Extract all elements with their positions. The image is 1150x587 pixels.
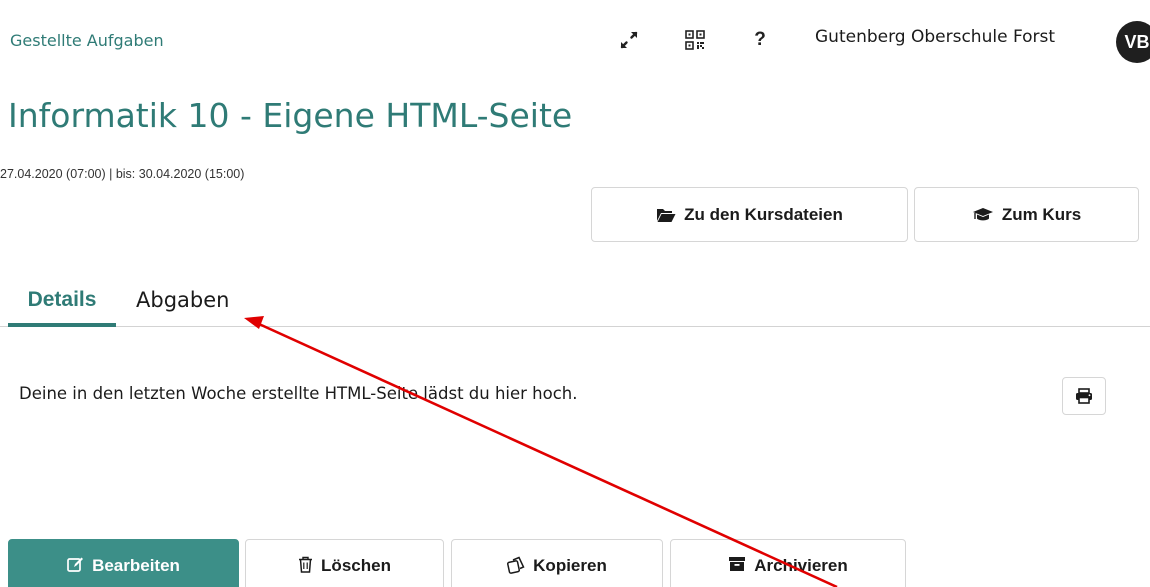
archive-label: Archivieren bbox=[754, 556, 848, 575]
print-button[interactable] bbox=[1062, 377, 1106, 415]
qr-code-icon[interactable] bbox=[680, 24, 710, 56]
course-button[interactable]: Zum Kurs bbox=[914, 187, 1139, 242]
print-icon bbox=[1076, 388, 1092, 404]
avatar[interactable]: VB bbox=[1116, 21, 1150, 63]
edit-icon bbox=[67, 557, 84, 572]
breadcrumb-link[interactable]: Gestellte Aufgaben bbox=[10, 31, 164, 50]
school-name[interactable]: Gutenberg Oberschule Forst bbox=[815, 27, 1055, 47]
archive-icon bbox=[729, 557, 746, 571]
task-description: Deine in den letzten Woche erstellte HTM… bbox=[19, 384, 578, 403]
course-label: Zum Kurs bbox=[1001, 204, 1082, 224]
help-icon[interactable]: ? bbox=[745, 24, 775, 56]
fullscreen-icon[interactable] bbox=[612, 24, 646, 56]
course-files-button[interactable]: Zu den Kursdateien bbox=[591, 187, 908, 242]
top-bar: Gestellte Aufgaben ? Gutenberg Oberschul… bbox=[0, 0, 1150, 82]
copy-icon bbox=[507, 556, 525, 574]
edit-label: Bearbeiten bbox=[92, 556, 180, 575]
delete-label: Löschen bbox=[321, 556, 391, 575]
tab-details[interactable]: Details bbox=[8, 286, 116, 327]
task-date-range: 27.04.2020 (07:00) | bis: 30.04.2020 (15… bbox=[0, 167, 245, 181]
archive-button[interactable]: Archivieren bbox=[670, 539, 906, 587]
tab-abgaben[interactable]: Abgaben bbox=[136, 286, 229, 327]
graduation-cap-icon bbox=[972, 207, 993, 220]
trash-icon bbox=[299, 556, 313, 573]
folder-open-icon bbox=[657, 208, 676, 222]
course-files-label: Zu den Kursdateien bbox=[684, 204, 843, 224]
copy-button[interactable]: Kopieren bbox=[451, 539, 663, 587]
copy-label: Kopieren bbox=[533, 556, 607, 575]
edit-button[interactable]: Bearbeiten bbox=[8, 539, 239, 587]
delete-button[interactable]: Löschen bbox=[245, 539, 444, 587]
page-title: Informatik 10 - Eigene HTML-Seite bbox=[8, 96, 573, 135]
tab-bar: Details Abgaben bbox=[0, 286, 1150, 327]
